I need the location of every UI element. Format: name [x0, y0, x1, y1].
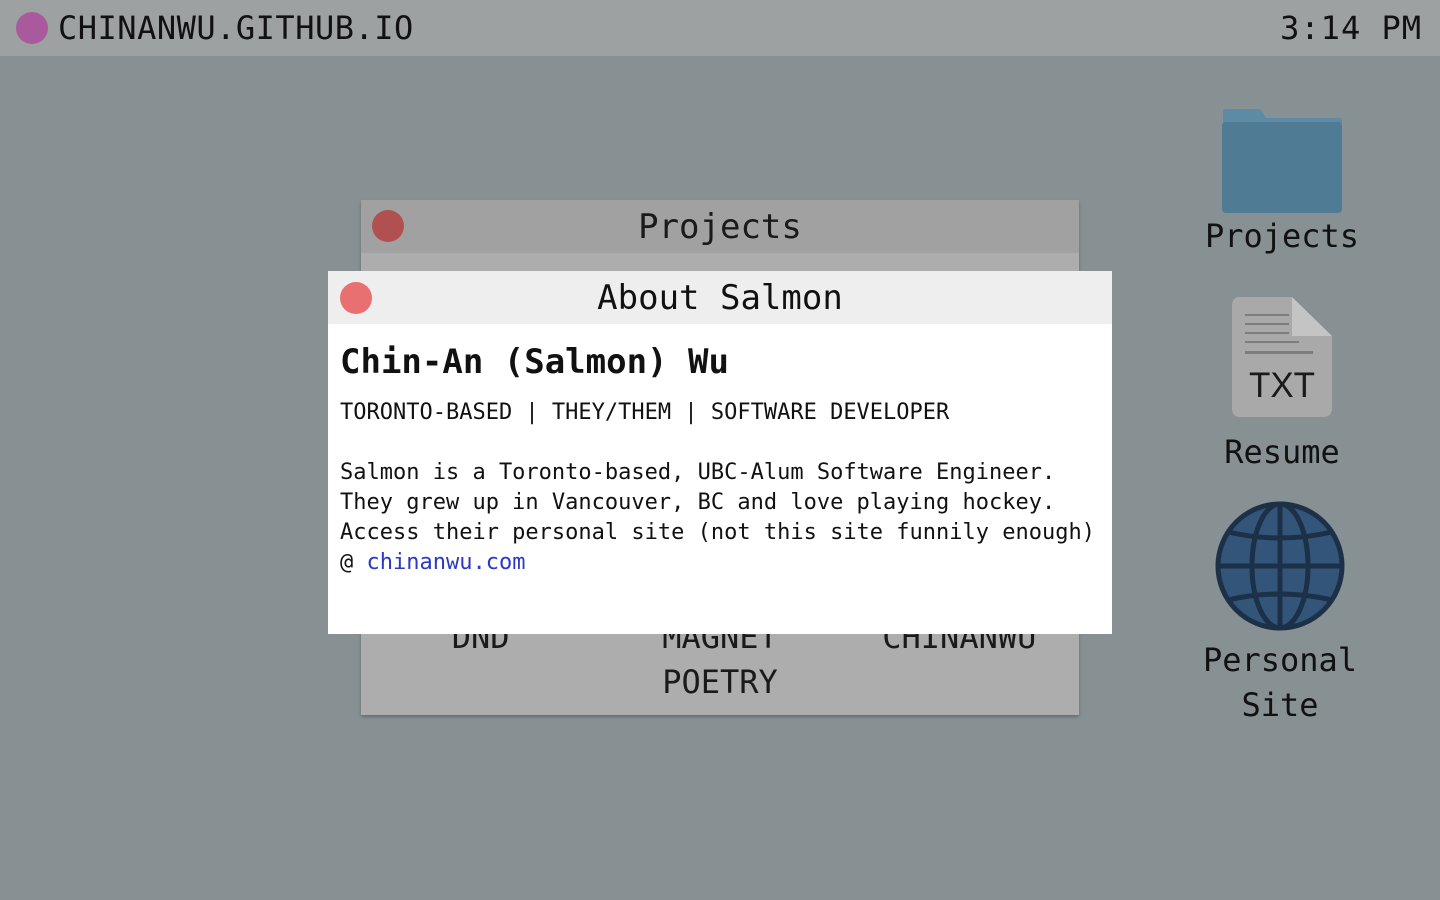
desktop-icon-resume[interactable]: TXT Resume — [1192, 296, 1372, 475]
txt-file-icon: TXT — [1232, 297, 1332, 417]
about-close-button[interactable] — [340, 282, 372, 314]
profile-tagline: TORONTO-BASED | THEY/THEM | SOFTWARE DEV… — [340, 400, 950, 425]
profile-bio: Salmon is a Toronto-based, UBC-Alum Soft… — [340, 458, 1100, 578]
projects-close-button[interactable] — [372, 210, 404, 242]
about-body: Chin-An (Salmon) Wu TORONTO-BASED | THEY… — [328, 324, 1112, 578]
clock: 3:14 PM — [1280, 9, 1422, 47]
desktop-icon-label: Resume — [1224, 433, 1340, 471]
top-bar-left: CHINANWU.GITHUB.IO — [16, 9, 414, 47]
projects-window-title: Projects — [638, 206, 802, 247]
about-window-titlebar[interactable]: About Salmon — [328, 271, 1112, 324]
about-window: About Salmon Chin-An (Salmon) Wu TORONTO… — [328, 271, 1112, 634]
desktop-icon-label: Personal Site — [1202, 641, 1358, 724]
about-window-title: About Salmon — [597, 277, 843, 318]
globe-icon — [1215, 501, 1345, 631]
projects-window-titlebar[interactable]: Projects — [361, 200, 1079, 253]
logo-dot-icon[interactable] — [16, 12, 48, 44]
desktop-icon-label: Projects — [1204, 217, 1360, 255]
txt-badge: TXT — [1249, 366, 1315, 405]
personal-site-link[interactable]: chinanwu.com — [367, 550, 526, 575]
folder-icon — [1222, 109, 1342, 213]
desktop-icon-projects[interactable]: Projects — [1192, 108, 1372, 259]
top-bar: CHINANWU.GITHUB.IO 3:14 PM — [0, 0, 1440, 56]
desktop-icon-personal-site[interactable]: Personal Site — [1190, 500, 1370, 728]
site-title[interactable]: CHINANWU.GITHUB.IO — [58, 9, 414, 47]
profile-name: Chin-An (Salmon) Wu — [340, 342, 729, 382]
